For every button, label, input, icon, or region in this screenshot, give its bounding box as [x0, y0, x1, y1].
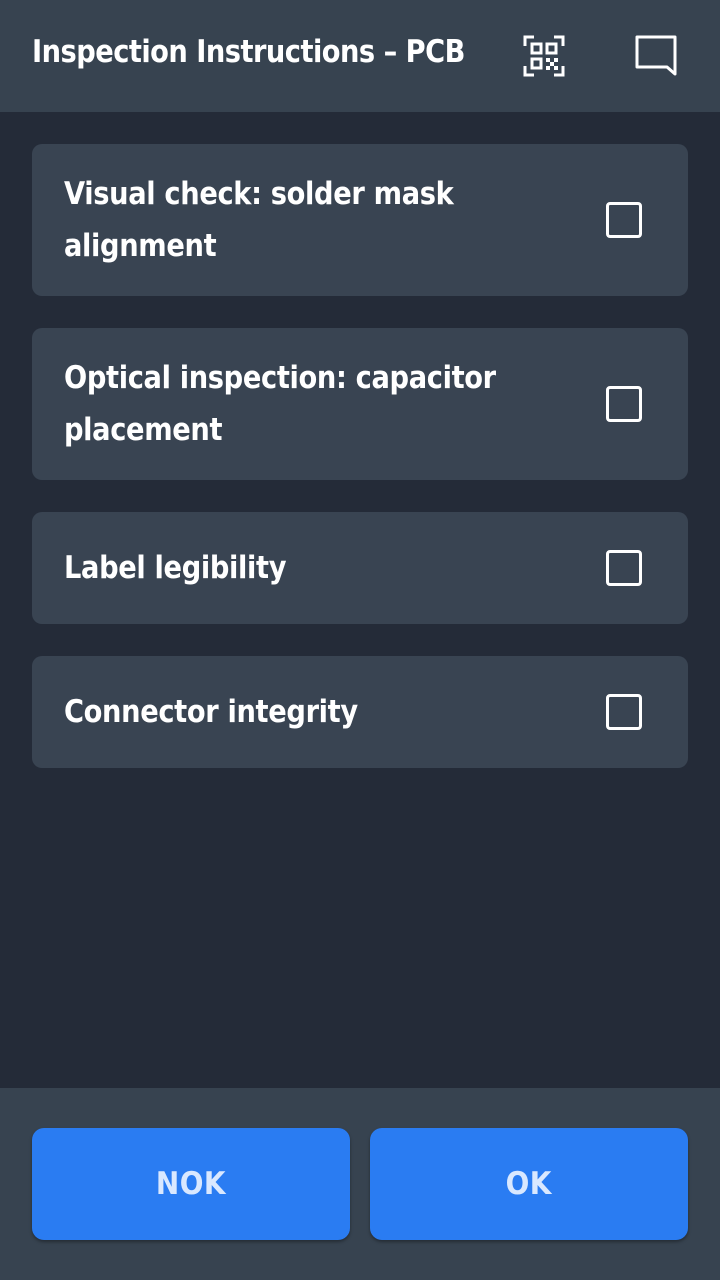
checklist-checkbox[interactable] — [606, 202, 642, 238]
qr-scan-button[interactable] — [522, 34, 566, 78]
ok-button[interactable]: OK — [370, 1128, 688, 1240]
chat-icon — [635, 35, 677, 76]
qr-code-icon — [523, 35, 565, 77]
app-header: Inspection Instructions – PCB — [0, 0, 720, 112]
nok-button-label: NOK — [155, 1166, 227, 1202]
checklist-checkbox[interactable] — [606, 550, 642, 586]
action-bar: NOK OK — [0, 1088, 720, 1280]
checklist-item-label: Label legibility — [64, 550, 287, 586]
checklist-item[interactable]: Optical inspection: capacitor placement — [32, 328, 688, 480]
page-title: Inspection Instructions – PCB — [32, 34, 465, 70]
checklist-item[interactable]: Visual check: solder mask alignment — [32, 144, 688, 296]
checklist-checkbox[interactable] — [606, 694, 642, 730]
inspection-checklist: Visual check: solder mask alignment Opti… — [32, 144, 688, 800]
checklist-checkbox[interactable] — [606, 386, 642, 422]
checklist-item[interactable]: Label legibility — [32, 512, 688, 624]
checklist-item-label: Visual check: solder mask alignment — [64, 176, 454, 264]
comments-button[interactable] — [634, 34, 678, 78]
nok-button[interactable]: NOK — [32, 1128, 350, 1240]
ok-button-label: OK — [505, 1166, 553, 1202]
checklist-item-label: Optical inspection: capacitor placement — [64, 360, 496, 448]
checklist-item[interactable]: Connector integrity — [32, 656, 688, 768]
checklist-item-label: Connector integrity — [64, 694, 358, 730]
inspection-screen: Inspection Instructions – PCB Visual che… — [0, 0, 720, 1280]
